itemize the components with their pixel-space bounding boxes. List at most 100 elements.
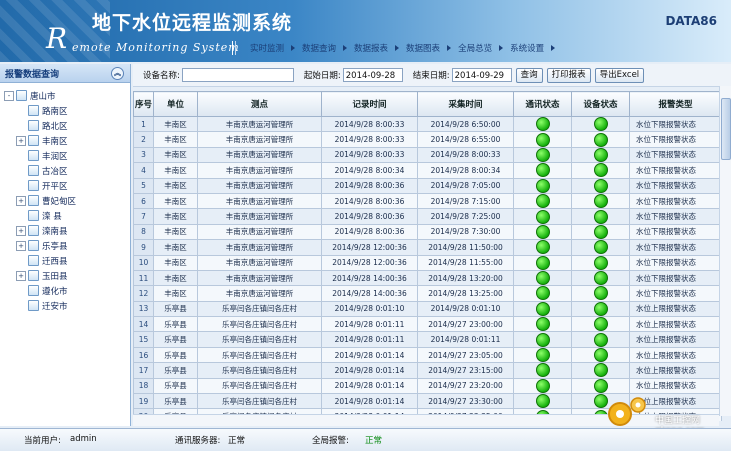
comm-status-cell bbox=[513, 192, 572, 210]
column-header[interactable]: 序号 bbox=[133, 91, 154, 117]
column-header[interactable]: 通讯状态 bbox=[513, 91, 572, 117]
tree-node[interactable]: + 乐亭县 bbox=[0, 238, 130, 253]
table-row[interactable]: 15 乐亭县 乐亭闫各庄镇闫各庄村 2014/9/28 0:01:11 2014/9/2… bbox=[133, 331, 722, 348]
table-row[interactable]: 11 丰南区 丰南京唐运河管理所 2014/9/28 14:00:36 2014/9/2… bbox=[133, 269, 722, 287]
tree-node[interactable]: - 唐山市 bbox=[0, 88, 130, 103]
start-date-input[interactable]: 2014-09-28 bbox=[342, 68, 403, 82]
expand-node-icon[interactable]: + bbox=[16, 225, 26, 236]
record-time-cell: 2014/9/28 12:00:36 bbox=[321, 254, 418, 271]
tree-node-label: 曹妃甸区 bbox=[42, 196, 77, 207]
tree-node[interactable]: + 丰南区 bbox=[0, 133, 130, 148]
column-header[interactable]: 测点 bbox=[197, 91, 322, 117]
nav-settings[interactable]: 系统设置 bbox=[503, 42, 556, 54]
column-header[interactable]: 设备状态 bbox=[571, 91, 630, 117]
tree-node[interactable]: + 玉田县 bbox=[0, 268, 130, 283]
site-cell: 丰南京唐运河管理所 bbox=[197, 162, 322, 179]
status-ok-icon bbox=[535, 132, 550, 147]
tree-node[interactable]: 遵化市 bbox=[0, 283, 130, 298]
status-ok-icon bbox=[535, 394, 550, 408]
column-header[interactable]: 采集时间 bbox=[417, 91, 514, 117]
status-ok-icon bbox=[535, 332, 550, 347]
expand-node-icon[interactable]: + bbox=[16, 135, 26, 146]
device-status-cell bbox=[571, 192, 630, 210]
table-row[interactable]: 8 丰南区 丰南京唐运河管理所 2014/9/28 8:00:36 2014/9/28 … bbox=[133, 223, 722, 241]
device-status-cell bbox=[571, 346, 630, 364]
tree-node[interactable]: + 曹妃甸区 bbox=[0, 193, 130, 208]
status-ok-icon bbox=[593, 240, 608, 254]
status-ok-icon bbox=[535, 271, 550, 285]
alarm-type-cell: 水位下限报警状态 bbox=[629, 192, 722, 210]
table-row[interactable]: 9 丰南区 丰南京唐运河管理所 2014/9/28 12:00:36 2014/9/28… bbox=[133, 239, 722, 256]
table-row[interactable]: 10 丰南区 丰南京唐运河管理所 2014/9/28 12:00:36 2014/9/2… bbox=[133, 254, 722, 271]
tree-node[interactable]: 迁安市 bbox=[0, 298, 130, 313]
table-row[interactable]: 17 乐亭县 乐亭闫各庄镇闫各庄村 2014/9/28 0:01:14 2014/9/2… bbox=[133, 362, 722, 379]
collect-time-cell: 2014/9/28 7:05:00 bbox=[417, 177, 514, 194]
collect-time-cell: 2014/9/28 6:55:00 bbox=[417, 131, 514, 148]
tree-node[interactable]: 古冶区 bbox=[0, 163, 130, 178]
nav-report[interactable]: 数据报表 bbox=[347, 42, 400, 54]
site-cell: 丰南京唐运河管理所 bbox=[197, 269, 322, 287]
site-cell: 乐亭闫各庄镇闫各庄村 bbox=[197, 377, 322, 395]
status-ok-icon bbox=[535, 163, 550, 178]
table-row[interactable]: 6 丰南区 丰南京唐运河管理所 2014/9/28 8:00:36 2014/9/28 … bbox=[133, 192, 722, 210]
column-header[interactable]: 报警类型 bbox=[629, 91, 722, 117]
alarm-type-cell: 水位上限报警状态 bbox=[629, 346, 722, 364]
tree-node[interactable]: 路北区 bbox=[0, 118, 130, 133]
chevron-up-icon[interactable]: ︽ bbox=[111, 67, 124, 80]
status-ok-icon bbox=[593, 132, 608, 147]
device-status-cell bbox=[571, 208, 630, 225]
table-row[interactable]: 5 丰南区 丰南京唐运河管理所 2014/9/28 8:00:36 2014/9/28 … bbox=[133, 177, 722, 194]
unit-cell: 丰南区 bbox=[153, 131, 198, 148]
column-header[interactable]: 记录时间 bbox=[321, 91, 418, 117]
current-user-value: admin bbox=[70, 434, 97, 444]
tree-node[interactable]: 滦 县 bbox=[0, 208, 130, 223]
table-row[interactable]: 13 乐亭县 乐亭闫各庄镇闫各庄村 2014/9/28 0:01:10 2014/9/2… bbox=[133, 300, 722, 318]
table-row[interactable]: 16 乐亭县 乐亭闫各庄镇闫各庄村 2014/9/28 0:01:14 2014/9/2… bbox=[133, 346, 722, 364]
device-name-input[interactable] bbox=[181, 68, 294, 82]
alarm-type-cell: 水位上限报警状态 bbox=[629, 316, 722, 333]
column-header[interactable]: 单位 bbox=[153, 91, 198, 117]
tree-node[interactable]: 丰润区 bbox=[0, 148, 130, 163]
end-date-input[interactable]: 2014-09-29 bbox=[451, 68, 512, 82]
comm-status-cell bbox=[513, 239, 572, 256]
tree-node[interactable]: 开平区 bbox=[0, 178, 130, 193]
row-number: 2 bbox=[133, 131, 154, 148]
sidebar-header: 报警数据查询 ︽ bbox=[0, 64, 130, 83]
collapse-node-icon[interactable]: - bbox=[4, 90, 14, 101]
vertical-scrollbar[interactable] bbox=[719, 86, 731, 416]
table-row[interactable]: 14 乐亭县 乐亭闫各庄镇闫各庄村 2014/9/28 0:01:11 2014/9/2… bbox=[133, 316, 722, 333]
expand-node-icon[interactable]: + bbox=[16, 270, 26, 281]
record-time-cell: 2014/9/28 0:01:14 bbox=[321, 362, 418, 379]
status-ok-icon bbox=[535, 179, 550, 193]
unit-cell: 乐亭县 bbox=[153, 393, 198, 410]
query-button[interactable]: 查询 bbox=[515, 67, 543, 83]
expand-node-icon[interactable]: + bbox=[16, 240, 26, 251]
comm-status-cell bbox=[513, 393, 572, 410]
site-cell: 乐亭闫各庄镇闫各庄村 bbox=[197, 300, 322, 318]
tree-node[interactable]: 路南区 bbox=[0, 103, 130, 118]
nav-query[interactable]: 数据查询 bbox=[295, 42, 348, 54]
table-row[interactable]: 1 丰南区 丰南京唐运河管理所 2014/9/28 8:00:33 2014/9/28 … bbox=[133, 115, 722, 133]
status-ok-icon bbox=[593, 379, 608, 393]
print-report-button[interactable]: 打印报表 bbox=[546, 67, 591, 83]
device-name-label: 设备名称: bbox=[143, 71, 180, 81]
row-number: 16 bbox=[133, 346, 154, 364]
tree-node[interactable]: 迁西县 bbox=[0, 253, 130, 268]
site-cell: 丰南京唐运河管理所 bbox=[197, 146, 322, 164]
expand-node-icon[interactable]: + bbox=[16, 195, 26, 206]
status-ok-icon bbox=[593, 209, 608, 224]
node-icon bbox=[28, 150, 39, 161]
record-time-cell: 2014/9/28 8:00:36 bbox=[321, 223, 418, 241]
nav-overview[interactable]: 全局总览 bbox=[451, 42, 504, 54]
site-cell: 丰南京唐运河管理所 bbox=[197, 177, 322, 194]
nav-chart[interactable]: 数据图表 bbox=[399, 42, 452, 54]
table-row[interactable]: 3 丰南区 丰南京唐运河管理所 2014/9/28 8:00:33 2014/9/28 … bbox=[133, 146, 722, 164]
scrollbar-thumb[interactable] bbox=[721, 98, 731, 160]
nav-realtime[interactable]: 实时监测 bbox=[243, 42, 296, 54]
table-row[interactable]: 4 丰南区 丰南京唐运河管理所 2014/9/28 8:00:34 2014/9/28 … bbox=[133, 162, 722, 179]
table-row[interactable]: 7 丰南区 丰南京唐运河管理所 2014/9/28 8:00:36 2014/9/28 … bbox=[133, 208, 722, 225]
table-row[interactable]: 12 丰南区 丰南京唐运河管理所 2014/9/28 14:00:36 2014/9/2… bbox=[133, 285, 722, 302]
table-row[interactable]: 2 丰南区 丰南京唐运河管理所 2014/9/28 8:00:33 2014/9/28 … bbox=[133, 131, 722, 148]
tree-node[interactable]: + 滦南县 bbox=[0, 223, 130, 238]
export-excel-button[interactable]: 导出Excel bbox=[594, 67, 645, 83]
